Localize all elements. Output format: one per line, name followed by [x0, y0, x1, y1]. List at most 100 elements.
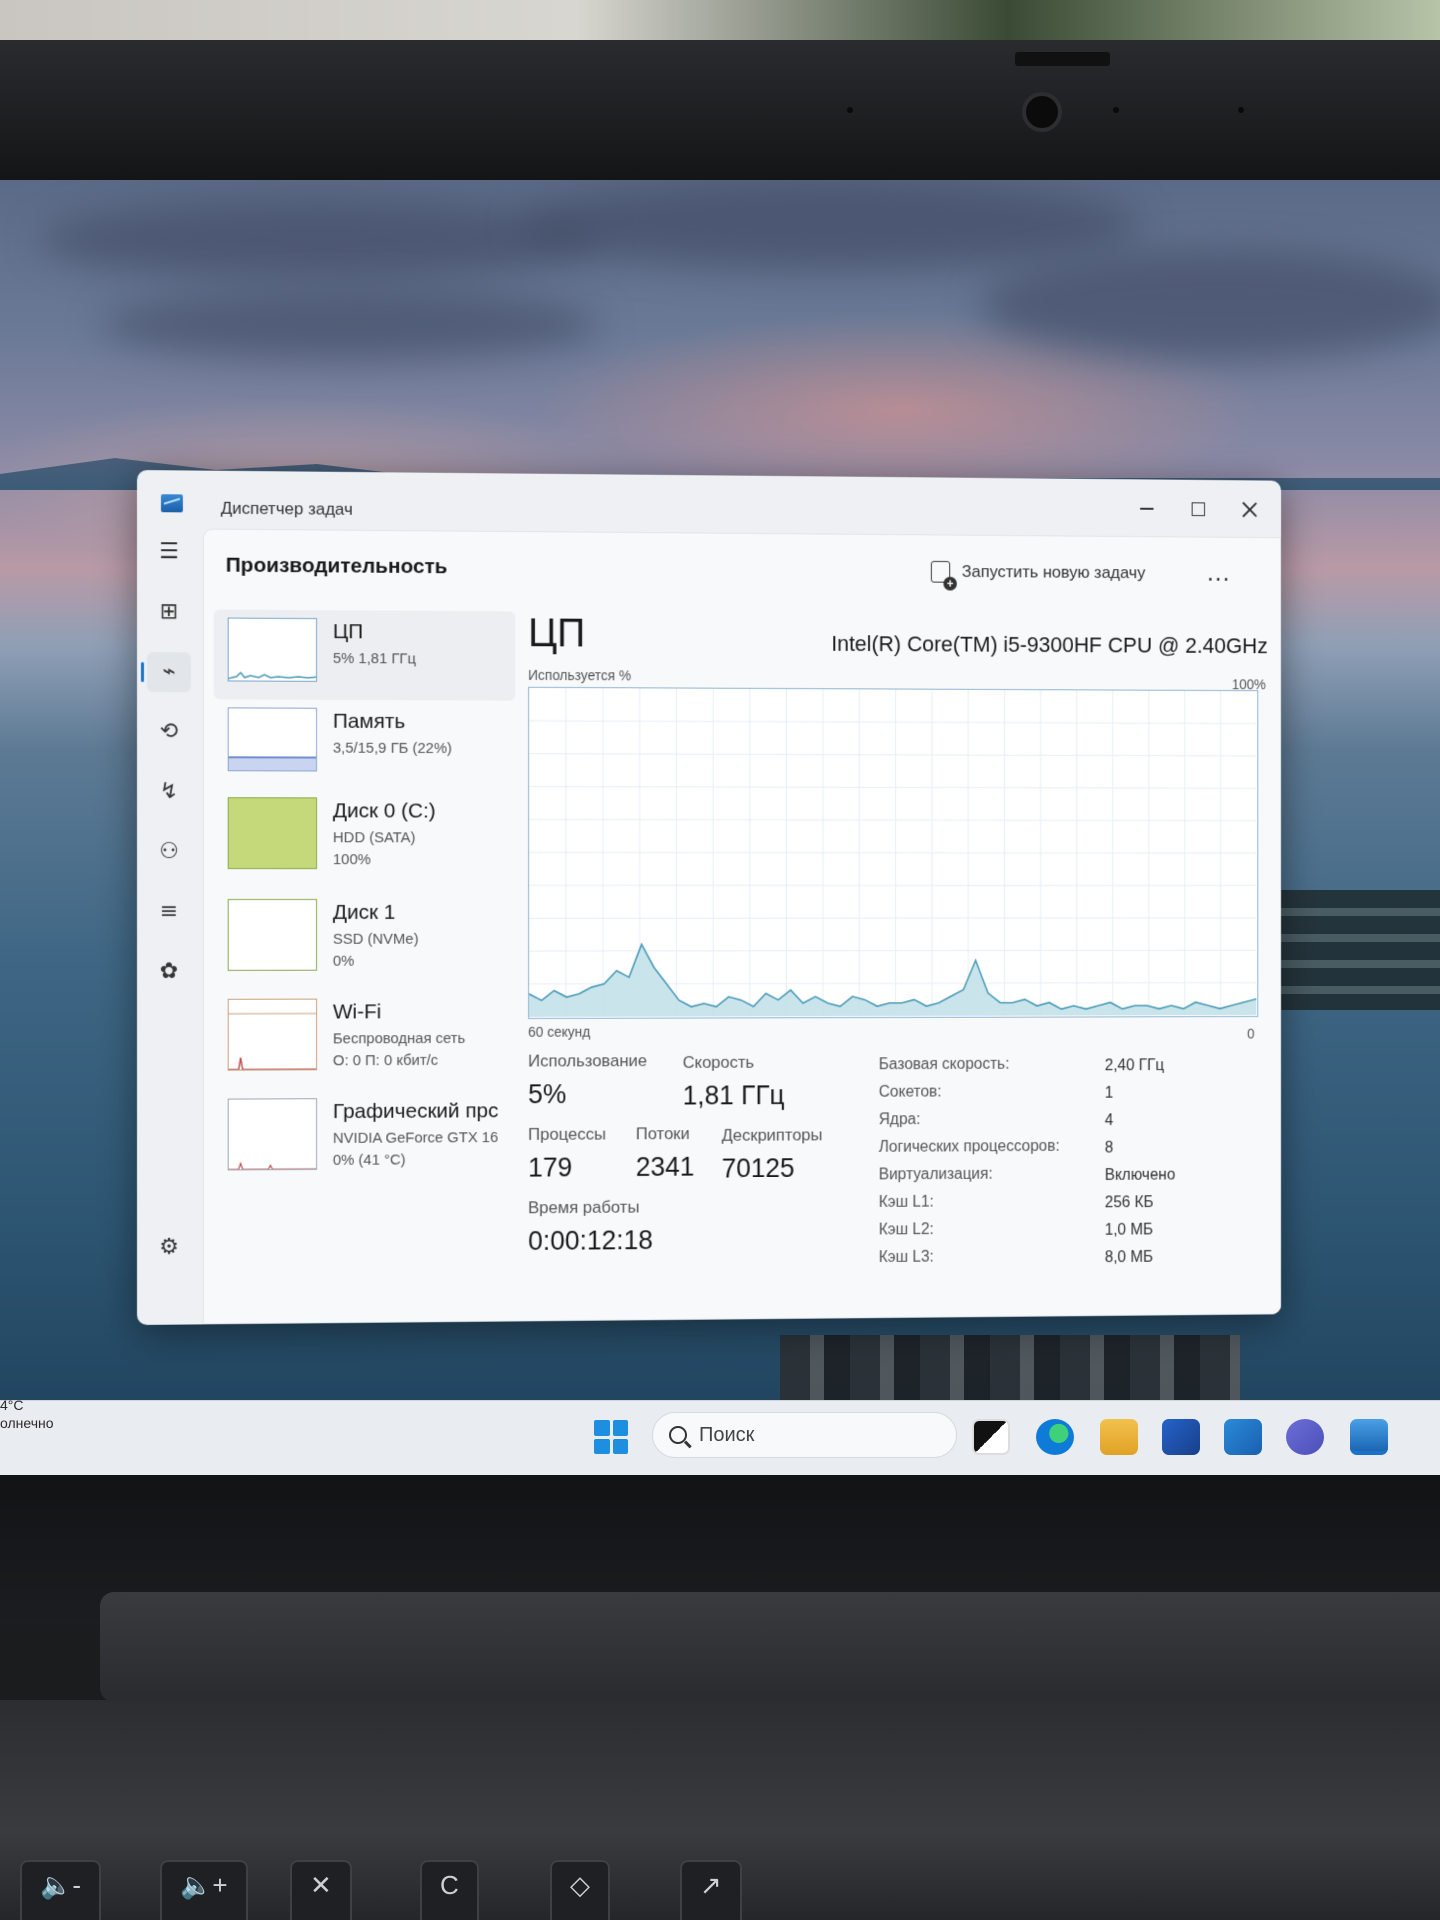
- spec-label: Ядра:: [878, 1111, 921, 1129]
- teams-icon[interactable]: [1286, 1419, 1324, 1455]
- cpu-usage-chart: [529, 688, 1256, 1017]
- device-item-wifi[interactable]: Wi-Fi Беспроводная сеть О: 0 П: 0 кбит/с: [214, 990, 516, 1080]
- spec-value: Включено: [1104, 1166, 1176, 1184]
- app-history-icon: ⟲: [159, 719, 179, 745]
- spec-label: Кэш L2:: [878, 1221, 934, 1239]
- device-item-memory[interactable]: Память 3,5/15,9 ГБ (22%): [214, 699, 516, 790]
- new-task-icon: [930, 560, 951, 583]
- device-name: Графический прс: [332, 1099, 499, 1124]
- title-bar[interactable]: Диспетчер задач: [137, 470, 1281, 537]
- fn-key-shape: ◇: [550, 1860, 610, 1920]
- threads-label: Потоки: [635, 1124, 690, 1144]
- gpu-thumbnail-graph: [227, 1098, 318, 1171]
- mail-icon[interactable]: [1224, 1419, 1262, 1455]
- spec-value: 8,0 МБ: [1104, 1249, 1154, 1267]
- processes-label: Процессы: [528, 1124, 606, 1144]
- nav-users[interactable]: ⚇: [147, 832, 191, 872]
- device-detail: Беспроводная сеть: [332, 1030, 466, 1048]
- spec-label: Кэш L1:: [878, 1193, 934, 1211]
- nav-services[interactable]: ✿: [147, 952, 191, 992]
- nav-performance[interactable]: ⌁: [146, 652, 191, 693]
- edge-browser-icon[interactable]: [1036, 1419, 1074, 1455]
- fn-key-c: C: [420, 1860, 479, 1920]
- disk0-thumbnail-graph: [227, 797, 318, 870]
- background-room: [0, 0, 1440, 40]
- search-icon: [669, 1426, 687, 1444]
- task-manager-window: Диспетчер задач ☰ ⊞ ⌁ ⟲ ↯ ⚇ ≡ ✿ ⚙ Произв…: [137, 470, 1282, 1325]
- task-manager-taskbar-icon[interactable]: [1350, 1419, 1388, 1455]
- device-item-cpu[interactable]: ЦП 5% 1,81 ГГц: [213, 609, 516, 701]
- search-placeholder: Поиск: [699, 1423, 755, 1446]
- nav-settings[interactable]: ⚙: [147, 1228, 191, 1268]
- spec-label: Логических процессоров:: [878, 1138, 1060, 1156]
- usage-value: 5%: [528, 1079, 567, 1110]
- run-new-task-label: Запустить новую задачу: [961, 562, 1146, 583]
- wifi-thumbnail-graph: [227, 998, 318, 1071]
- run-new-task-button[interactable]: Запустить новую задачу: [930, 560, 1146, 584]
- webcam-shutter: [1015, 52, 1110, 66]
- device-name: Диск 1: [332, 900, 396, 924]
- device-detail-2: 0% (41 °C): [332, 1151, 406, 1169]
- device-name: Диск 0 (C:): [332, 799, 436, 823]
- graph-gridline-h: [529, 787, 1256, 789]
- cpu-usage-graph: [528, 687, 1258, 1019]
- nav-details[interactable]: ≡: [147, 892, 191, 932]
- minimize-button[interactable]: [1124, 491, 1170, 527]
- start-button[interactable]: [594, 1420, 628, 1454]
- laptop-hinge: [100, 1592, 1440, 1702]
- device-detail: SSD (NVMe): [332, 930, 419, 948]
- graph-y-label: Используется %: [528, 666, 632, 684]
- graph-gridline-h: [529, 852, 1256, 853]
- uptime-value: 0:00:12:18: [528, 1225, 654, 1256]
- maximize-button[interactable]: [1175, 491, 1221, 527]
- spec-label: Кэш L3:: [878, 1248, 934, 1266]
- graph-gridline-h: [529, 819, 1256, 820]
- cpu-model-name: Intel(R) Core(TM) i5-9300HF CPU @ 2.40GH…: [831, 631, 1268, 659]
- usage-label: Использование: [528, 1051, 648, 1071]
- task-manager-app-icon: [160, 494, 183, 513]
- uptime-label: Время работы: [528, 1197, 640, 1218]
- page-title: Производительность: [225, 553, 448, 579]
- handles-label: Дескрипторы: [721, 1125, 823, 1145]
- spec-label: Сокетов:: [878, 1083, 942, 1101]
- volume-up-key: 🔈+: [160, 1860, 248, 1920]
- nav-menu-button[interactable]: ☰: [147, 532, 191, 572]
- graph-x-min: 0: [1247, 1025, 1255, 1042]
- fn-key-arrow: ↗: [680, 1860, 742, 1920]
- startup-apps-icon: ↯: [159, 779, 179, 805]
- device-name: Wi-Fi: [332, 1000, 382, 1024]
- cpu-thumbnail-graph: [227, 617, 318, 682]
- speed-label: Скорость: [682, 1052, 755, 1072]
- nav-startup-apps[interactable]: ↯: [147, 772, 191, 812]
- nav-app-history[interactable]: ⟲: [147, 712, 191, 752]
- light-sensor-dot: [1113, 107, 1119, 113]
- cpu-detail-pane: ЦП Intel(R) Core(TM) i5-9300HF CPU @ 2.4…: [528, 611, 1271, 1305]
- store-icon[interactable]: [1162, 1419, 1200, 1455]
- volume-down-key: 🔈-: [20, 1860, 102, 1920]
- nav-processes[interactable]: ⊞: [147, 592, 191, 632]
- microphone-dot-2: [1238, 107, 1244, 113]
- speed-value: 1,81 ГГц: [682, 1080, 785, 1111]
- performance-page: Производительность Запустить новую задач…: [202, 528, 1282, 1325]
- processes-value: 179: [528, 1152, 573, 1183]
- more-options-button[interactable]: ...: [1207, 557, 1230, 587]
- file-explorer-icon[interactable]: [1100, 1419, 1138, 1455]
- device-item-gpu[interactable]: Графический прс NVIDIA GeForce GTX 16 0%…: [214, 1089, 516, 1180]
- taskbar-weather-temp: 4°C: [0, 1397, 24, 1413]
- device-detail-2: О: 0 П: 0 кбит/с: [332, 1051, 439, 1070]
- device-item-disk0[interactable]: Диск 0 (C:) HDD (SATA) 100%: [214, 789, 516, 879]
- close-button[interactable]: [1227, 492, 1273, 528]
- navigation-rail: ☰ ⊞ ⌁ ⟲ ↯ ⚇ ≡ ✿ ⚙: [137, 528, 203, 1325]
- taskbar-search[interactable]: Поиск: [652, 1412, 957, 1458]
- device-name: Память: [332, 709, 406, 733]
- device-detail: 5% 1,81 ГГц: [332, 650, 416, 668]
- device-detail-2: 0%: [332, 952, 355, 970]
- task-view-icon[interactable]: [972, 1419, 1010, 1455]
- cpu-heading: ЦП: [528, 611, 586, 656]
- device-detail: HDD (SATA): [332, 829, 416, 847]
- device-item-disk1[interactable]: Диск 1 SSD (NVMe) 0%: [214, 891, 516, 981]
- device-name: ЦП: [332, 620, 364, 644]
- taskbar-weather[interactable]: 4°C олнечно: [0, 1396, 54, 1432]
- users-icon: ⚇: [159, 839, 179, 865]
- device-detail: 3,5/15,9 ГБ (22%): [332, 739, 452, 757]
